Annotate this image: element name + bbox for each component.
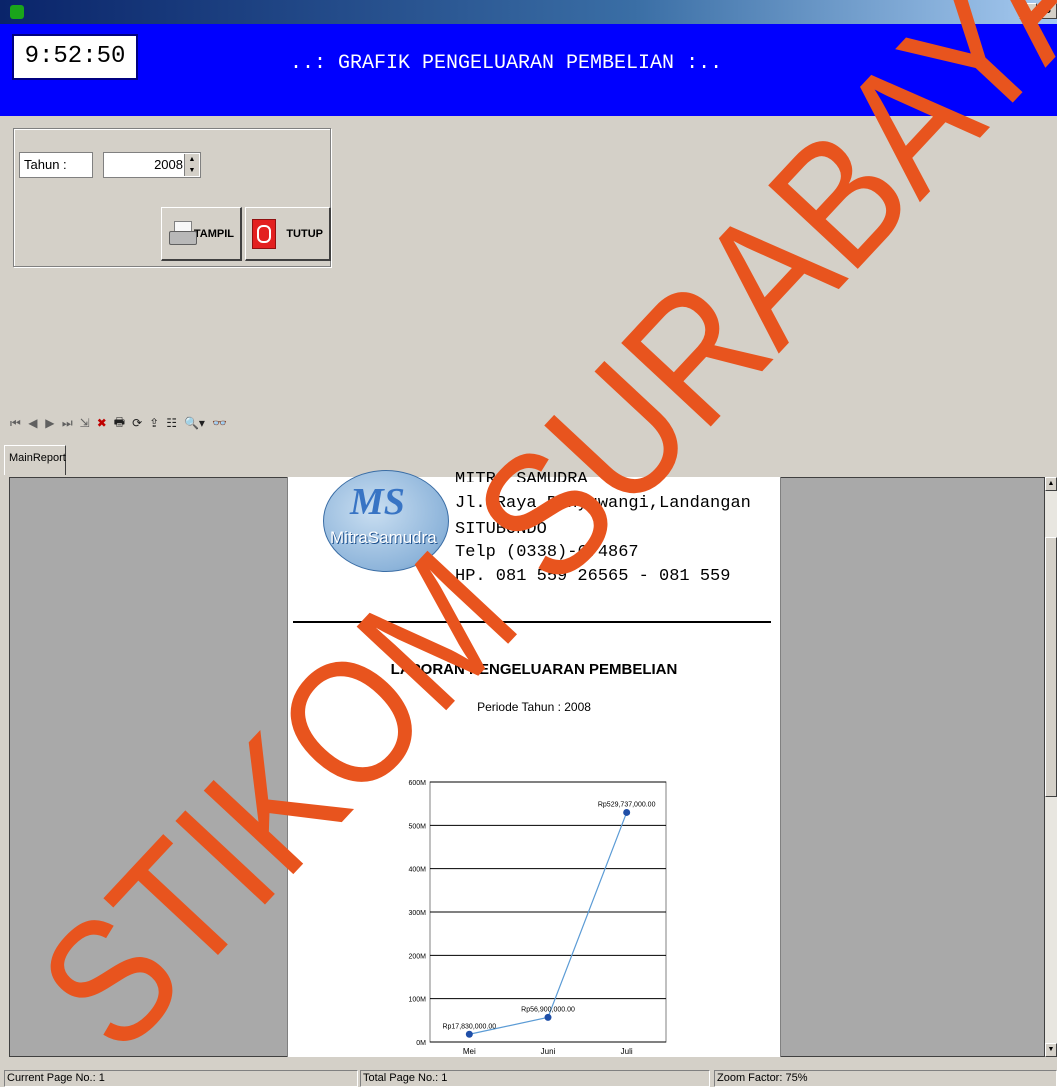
year-spinner[interactable]: 2008 ▲ ▼ bbox=[103, 152, 201, 178]
window-title-bar bbox=[0, 0, 1057, 24]
next-page-icon[interactable]: ▶ bbox=[45, 416, 55, 430]
y-tick-label: 400M bbox=[408, 867, 426, 874]
logo-name: MitraSamudra bbox=[330, 528, 437, 547]
page-title: ..: GRAFIK PENGELUARAN PEMBELIAN :.. bbox=[290, 52, 723, 75]
printer-icon bbox=[168, 219, 197, 249]
logo-initials: MS bbox=[350, 481, 405, 523]
expense-chart: 0M 100M 200M 300M 400M 500M 600M Mei Juni Juli Rp1… bbox=[408, 780, 667, 1056]
power-icon bbox=[252, 218, 276, 249]
group-tree-icon[interactable]: ☷ bbox=[166, 416, 177, 430]
y-tick-label: 200M bbox=[408, 953, 426, 960]
company-address: Jl. Raya Banyuwangi,Landangan bbox=[455, 494, 751, 513]
company-phone: Telp (0338)-674867 bbox=[455, 543, 639, 562]
status-zoom: Zoom Factor: 75% bbox=[714, 1070, 1057, 1087]
last-page-icon[interactable]: ⏭ bbox=[62, 416, 73, 431]
y-tick-label: 600M bbox=[408, 780, 426, 787]
vertical-scrollbar[interactable]: ▲ ▼ bbox=[1045, 477, 1057, 1057]
first-page-icon[interactable]: ⏮ bbox=[10, 416, 21, 431]
status-current-page: Current Page No.: 1 bbox=[4, 1070, 358, 1087]
close-view-icon[interactable]: ✖ bbox=[97, 416, 107, 430]
year-label: Tahun : bbox=[19, 152, 93, 178]
header-divider bbox=[293, 621, 771, 623]
x-tick-label: Juli bbox=[621, 1047, 633, 1056]
report-period: Periode Tahun : 2008 bbox=[477, 700, 591, 714]
minimize-button[interactable]: _ bbox=[1019, 3, 1037, 19]
prev-page-icon[interactable]: ◀ bbox=[28, 416, 38, 430]
data-point bbox=[544, 1013, 552, 1021]
window-controls: _ 8 bbox=[1019, 3, 1057, 19]
data-point bbox=[465, 1030, 473, 1038]
status-total-page: Total Page No.: 1 bbox=[360, 1070, 710, 1087]
data-label: Rp17,830,000.00 bbox=[442, 1023, 496, 1030]
data-point bbox=[623, 808, 631, 816]
search-icon[interactable]: 👓 bbox=[212, 416, 227, 430]
data-label: Rp56,900,000.00 bbox=[521, 1006, 575, 1013]
x-tick-label: Mei bbox=[463, 1047, 476, 1056]
scroll-down-icon[interactable]: ▼ bbox=[1045, 1043, 1057, 1057]
x-tick-label: Juni bbox=[541, 1047, 556, 1056]
close-button[interactable]: TUTUP bbox=[245, 207, 331, 261]
y-tick-label: 0M bbox=[416, 1040, 426, 1047]
close-button-label: TUTUP bbox=[286, 227, 323, 240]
show-button[interactable]: TAMPIL bbox=[161, 207, 242, 261]
print-icon[interactable]: 🖶 bbox=[114, 413, 125, 434]
tab-main-report[interactable]: MainReport bbox=[4, 445, 66, 475]
goto-page-icon[interactable]: ⇲ bbox=[80, 416, 90, 430]
scroll-up-icon[interactable]: ▲ bbox=[1045, 477, 1057, 491]
report-viewer-toolbar: ⏮ ◀ ▶ ⏭ ⇲ ✖ 🖶 ⟳ ⇪ ☷ 🔍▾ 👓 bbox=[10, 414, 227, 432]
y-tick-label: 100M bbox=[408, 997, 426, 1004]
app-icon bbox=[10, 5, 24, 19]
company-city: SITUBONDO bbox=[455, 520, 547, 539]
zoom-icon[interactable]: 🔍▾ bbox=[184, 416, 205, 430]
spin-arrows-icon[interactable]: ▲ ▼ bbox=[184, 154, 199, 176]
y-tick-label: 500M bbox=[408, 823, 426, 830]
year-value[interactable]: 2008 bbox=[154, 157, 183, 172]
refresh-icon[interactable]: ⟳ bbox=[132, 416, 142, 430]
scroll-thumb[interactable] bbox=[1045, 537, 1057, 797]
data-label: Rp529,737,000.00 bbox=[598, 801, 656, 808]
export-icon[interactable]: ⇪ bbox=[149, 416, 159, 430]
maximize-button[interactable]: 8 bbox=[1039, 3, 1057, 19]
company-name: MITRA SAMUDRA bbox=[455, 470, 588, 482]
report-title: LAPORAN PENGELUARAN PEMBELIAN bbox=[390, 661, 678, 678]
company-hp: HP. 081 559 26565 - 081 559 bbox=[455, 567, 731, 586]
show-button-label: TAMPIL bbox=[193, 227, 234, 240]
clock-display: 9:52:50 bbox=[12, 34, 138, 80]
y-tick-label: 300M bbox=[408, 910, 426, 917]
